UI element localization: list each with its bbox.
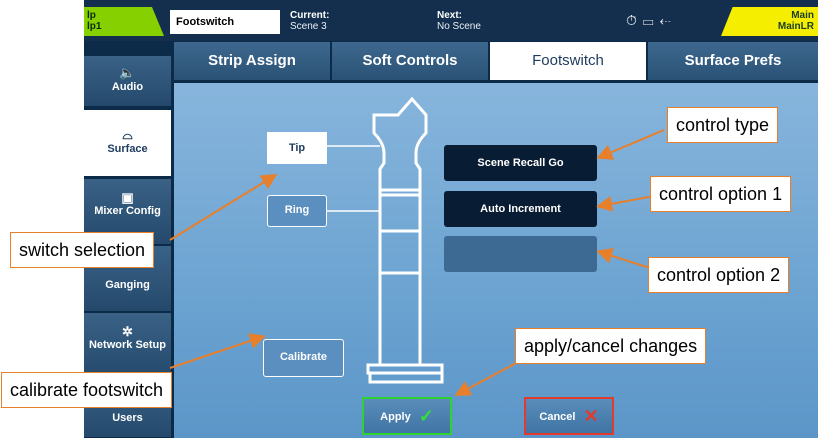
callout-switch-selection: switch selection [10,232,155,268]
timer-icon: ⏱ [626,12,643,28]
link-icon: ▭ [642,12,660,28]
current-scene-label: Current: [290,10,330,21]
next-scene: Next: No Scene [437,10,481,32]
main-mix-indicator[interactable]: Main MainLR [721,7,818,36]
sidebar-item-label: Users [112,412,143,424]
cross-icon: ✕ [583,406,599,426]
mixer-config-icon: ▣ [121,190,134,205]
tab-bar: Strip Assign Soft Controls Footswitch Su… [174,42,818,80]
current-scene-value: Scene 3 [290,21,327,32]
sidebar-item-surface[interactable]: ⌓ Surface [84,110,171,176]
ring-button[interactable]: Ring [267,195,327,227]
apply-label: Apply [380,411,411,423]
cancel-button[interactable]: Cancel ✕ [524,397,614,435]
calibrate-button[interactable]: Calibrate [263,339,344,377]
sidebar-item-network-setup[interactable]: ✲ Network Setup [84,313,171,379]
control-type-field[interactable]: Scene Recall Go [444,145,597,181]
screen-title: Footswitch [170,10,280,34]
speaker-icon: 🔈 [119,65,136,80]
cancel-label: Cancel [539,411,576,423]
sidebar-item-label: Network Setup [88,339,166,351]
main-sub-label: MainLR [777,21,814,32]
layer-label: lp [87,10,96,21]
mixer-screen: lp lp1 Footswitch Current: Scene 3 Next:… [84,0,818,438]
sidebar-item-label: Audio [111,81,144,93]
sidebar-item-label: Ganging [105,279,150,291]
check-icon: ✓ [418,406,434,426]
control-option1-field[interactable]: Auto Increment [444,191,597,227]
surface-icon: ⌓ [122,127,133,142]
tab-footswitch[interactable]: Footswitch [490,42,646,80]
control-option2-field[interactable] [444,236,597,272]
layer-indicator[interactable]: lp lp1 [84,7,164,36]
next-scene-value: No Scene [437,21,481,32]
callout-control-option2: control option 2 [648,257,790,293]
tip-button[interactable]: Tip [267,132,327,164]
layer-sub-label: lp1 [87,21,102,32]
callout-calibrate-footswitch: calibrate footswitch [1,372,173,408]
sidebar-item-audio[interactable]: 🔈 Audio [84,56,171,107]
network-icon: ✲ [122,324,133,339]
usb-icon: ⇠ [659,12,677,28]
current-scene: Current: Scene 3 [290,10,329,32]
tab-soft-controls[interactable]: Soft Controls [332,42,488,80]
tab-surface-prefs[interactable]: Surface Prefs [648,42,818,80]
sidebar-item-label: Surface [107,143,148,155]
status-icons: ⏱▭⇠ [626,12,677,29]
top-status-bar: lp lp1 Footswitch Current: Scene 3 Next:… [84,0,818,41]
callout-apply-cancel: apply/cancel changes [515,328,707,364]
sidebar-item-label: Mixer Config [94,205,161,217]
apply-button[interactable]: Apply ✓ [362,397,452,435]
callout-control-type: control type [667,107,779,143]
main-label: Main [791,10,814,21]
next-scene-label: Next: [437,10,463,21]
tab-strip-assign[interactable]: Strip Assign [174,42,330,80]
callout-control-option1: control option 1 [650,176,792,212]
